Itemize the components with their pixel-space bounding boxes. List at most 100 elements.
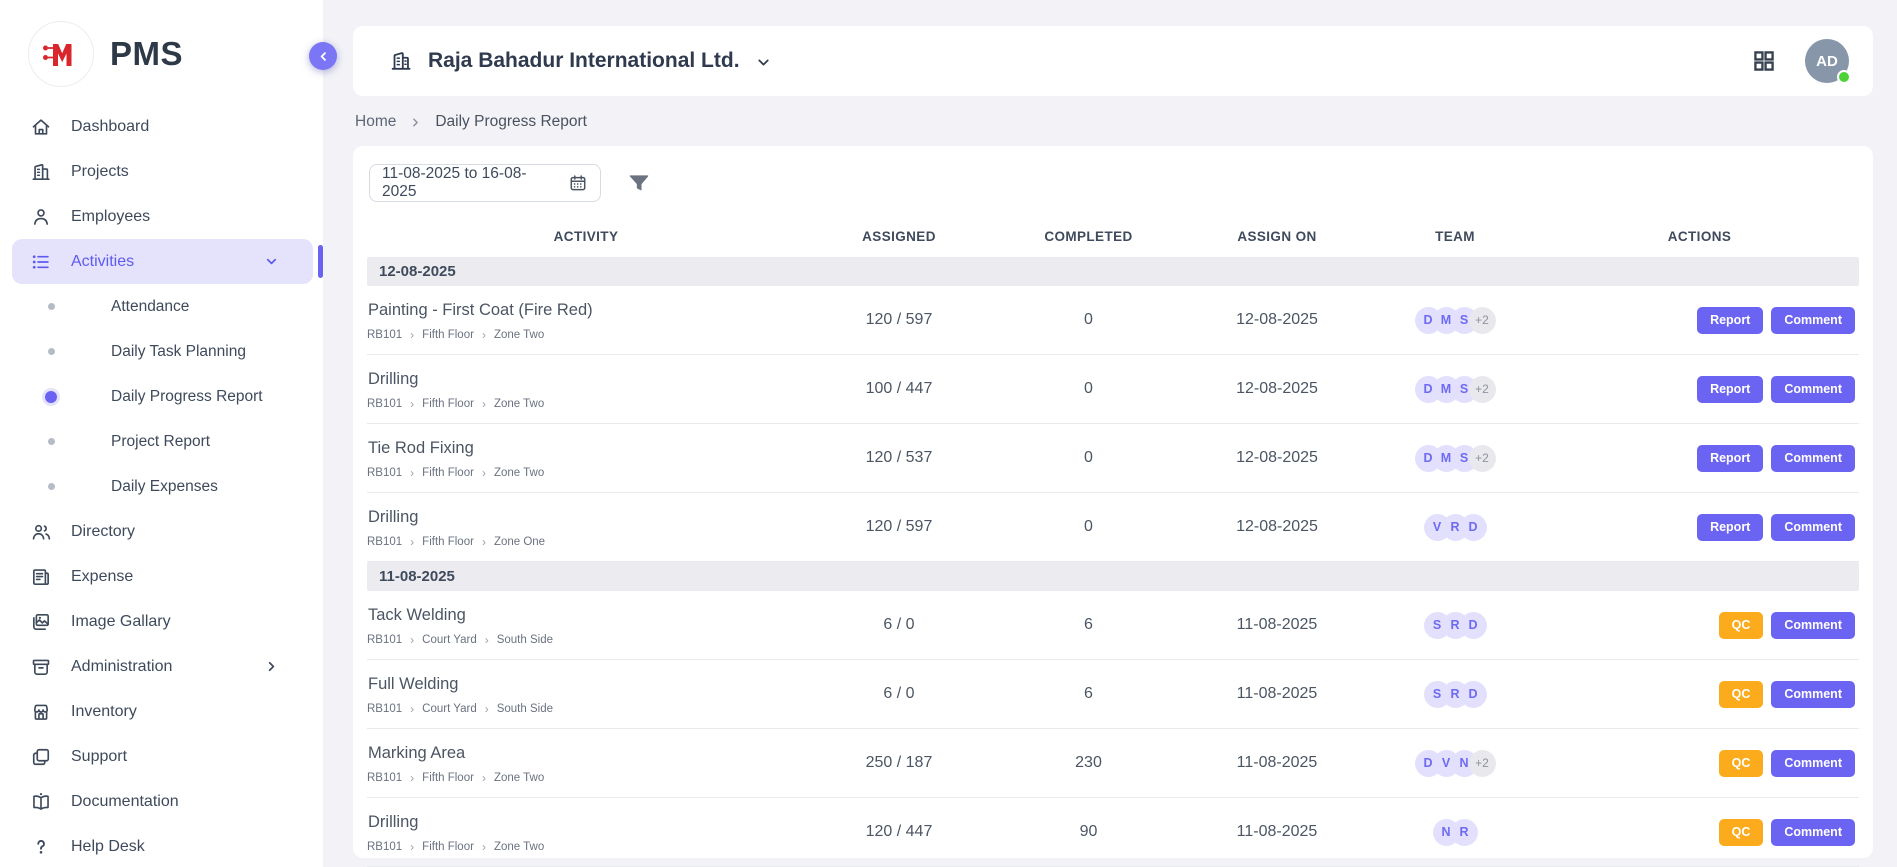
chevron-right-icon: › [485, 703, 489, 715]
activity-path: RB101›Fifth Floor›Zone One [367, 536, 805, 548]
sidebar-item-expense[interactable]: Expense [0, 554, 323, 599]
bullet-dot [48, 483, 55, 490]
team-cell: SRD [1370, 612, 1540, 639]
sidebar-subitem-label: Project Report [111, 433, 210, 451]
team-cell: SRD [1370, 681, 1540, 708]
activity-title: Full Welding [368, 675, 805, 694]
path-segment: RB101 [367, 703, 402, 715]
sidebar-item-administration[interactable]: Administration [0, 644, 323, 689]
breadcrumb-home[interactable]: Home [355, 113, 396, 131]
activity-row: DrillingRB101›Fifth Floor›Zone One120 / … [367, 493, 1859, 562]
report-button[interactable]: Report [1697, 445, 1763, 472]
calendar-icon [568, 173, 588, 193]
bullet-dot-icon [45, 303, 57, 310]
path-segment: South Side [497, 634, 553, 646]
sidebar-item-directory[interactable]: Directory [0, 509, 323, 554]
path-segment: Fifth Floor [422, 841, 474, 853]
sidebar-item-support[interactable]: Support [0, 734, 323, 779]
apps-grid-icon[interactable] [1751, 48, 1777, 74]
completed-value: 90 [993, 823, 1184, 841]
comment-button[interactable]: Comment [1771, 612, 1855, 639]
sidebar-item-label: Documentation [71, 793, 179, 811]
activity-cell: DrillingRB101›Fifth Floor›Zone Two [367, 811, 805, 853]
filter-funnel-icon[interactable] [627, 171, 651, 195]
date-range-value: 11-08-2025 to 16-08-2025 [382, 165, 558, 201]
comment-button[interactable]: Comment [1771, 681, 1855, 708]
comment-button[interactable]: Comment [1771, 376, 1855, 403]
sidebar-subitem-daily-expenses[interactable]: Daily Expenses [0, 464, 323, 509]
sidebar-subitem-project-report[interactable]: Project Report [0, 419, 323, 464]
column-header-activity: ACTIVITY [367, 229, 805, 244]
assigned-value: 120 / 537 [805, 449, 993, 467]
team-cell: NR [1370, 819, 1540, 846]
sidebar-item-projects[interactable]: Projects [0, 149, 323, 194]
chevron-right-icon: › [410, 329, 414, 341]
sidebar-item-help-desk[interactable]: Help Desk [0, 824, 323, 867]
home-icon [30, 116, 52, 138]
sidebar-item-employees[interactable]: Employees [0, 194, 323, 239]
chevron-right-icon: › [485, 634, 489, 646]
comment-button[interactable]: Comment [1771, 445, 1855, 472]
comment-button[interactable]: Comment [1771, 819, 1855, 846]
column-header-completed: COMPLETED [993, 229, 1184, 244]
team-cell: DVN+2 [1370, 750, 1540, 777]
sidebar-item-image-gallary[interactable]: Image Gallary [0, 599, 323, 644]
sidebar-collapse-button[interactable] [309, 42, 337, 70]
date-range-input[interactable]: 11-08-2025 to 16-08-2025 [369, 164, 601, 202]
path-segment: RB101 [367, 634, 402, 646]
user-avatar[interactable]: AD [1805, 39, 1849, 83]
sidebar-subitem-attendance[interactable]: Attendance [0, 284, 323, 329]
team-avatar: R [1451, 819, 1478, 846]
qc-button[interactable]: QC [1719, 681, 1764, 708]
receipt-icon [30, 566, 52, 588]
sidebar-item-label: Directory [71, 523, 135, 541]
completed-value: 0 [993, 518, 1184, 536]
topbar-right: AD [1751, 39, 1849, 83]
sidebar-item-documentation[interactable]: Documentation [0, 779, 323, 824]
sidebar-subitem-daily-progress-report[interactable]: Daily Progress Report [0, 374, 323, 419]
assign-on-value: 11-08-2025 [1184, 685, 1370, 703]
sidebar-item-label: Employees [71, 208, 150, 226]
comment-button[interactable]: Comment [1771, 750, 1855, 777]
sidebar-item-label: Dashboard [71, 118, 149, 136]
sidebar-subitem-daily-task-planning[interactable]: Daily Task Planning [0, 329, 323, 374]
actions-cell: QC Comment [1540, 681, 1859, 708]
activity-title: Drilling [368, 508, 805, 527]
content-card: 11-08-2025 to 16-08-2025 ACTIVITY ASSI [353, 146, 1873, 858]
column-header-assigned: ASSIGNED [805, 229, 993, 244]
company-building-icon [389, 49, 413, 73]
activity-row: Full WeldingRB101›Court Yard›South Side6… [367, 660, 1859, 729]
completed-value: 230 [993, 754, 1184, 772]
chevron-right-icon: › [482, 329, 486, 341]
activity-cell: Drilling RB101›Fifth Floor›Zone One [367, 506, 805, 548]
path-segment: Fifth Floor [422, 398, 474, 410]
qc-button[interactable]: QC [1719, 750, 1764, 777]
report-button[interactable]: Report [1697, 376, 1763, 403]
comment-button[interactable]: Comment [1771, 514, 1855, 541]
qc-button[interactable]: QC [1719, 612, 1764, 639]
report-button[interactable]: Report [1697, 307, 1763, 334]
sidebar-item-label: Inventory [71, 703, 137, 721]
company-selector[interactable]: Raja Bahadur International Ltd. [389, 49, 772, 73]
main-area: Raja Bahadur International Ltd. AD [323, 0, 1897, 867]
bullet-dot-icon [45, 483, 57, 490]
sidebar-item-activities[interactable]: Activities [12, 239, 313, 284]
sidebar-subitem-label: Daily Task Planning [111, 343, 246, 361]
date-group-row: 11-08-2025 [367, 562, 1859, 591]
activity-title: Marking Area [368, 744, 805, 763]
path-segment: RB101 [367, 536, 402, 548]
activity-cell: DrillingRB101›Fifth Floor›Zone Two [367, 368, 805, 410]
team-cell: DMS+2 [1370, 376, 1540, 403]
team-avatars: SRD [1424, 612, 1487, 639]
assigned-value: 120 / 447 [805, 823, 993, 841]
qc-button[interactable]: QC [1719, 819, 1764, 846]
sidebar-item-inventory[interactable]: Inventory [0, 689, 323, 734]
report-button[interactable]: Report [1697, 514, 1763, 541]
sidebar-item-dashboard[interactable]: Dashboard [0, 104, 323, 149]
activity-cell: Marking AreaRB101›Fifth Floor›Zone Two [367, 742, 805, 784]
comment-button[interactable]: Comment [1771, 307, 1855, 334]
assign-on-value: 12-08-2025 [1184, 518, 1370, 536]
bullet-dot [48, 303, 55, 310]
path-segment: Fifth Floor [422, 467, 474, 479]
path-segment: South Side [497, 703, 553, 715]
